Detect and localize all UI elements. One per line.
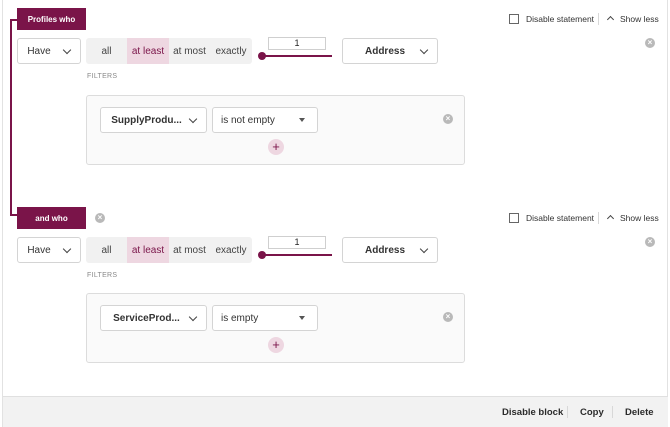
quantifier-at-most[interactable]: at most (169, 38, 210, 64)
filter-operator-label: is empty (221, 312, 259, 324)
chevron-down-icon (188, 114, 198, 123)
have-select[interactable]: Have (17, 38, 81, 64)
quantifier-all[interactable]: all (86, 237, 127, 263)
block-footer: Disable block Copy Delete (3, 396, 668, 427)
caret-down-icon (299, 316, 305, 320)
statement-tag[interactable]: Profiles who (17, 8, 86, 30)
disable-statement-checkbox[interactable] (509, 213, 519, 223)
chevron-down-icon (419, 244, 429, 253)
filter-operator-select[interactable]: is empty (212, 305, 318, 331)
filter-panel: SupplyProdu... is not empty × + (86, 95, 465, 165)
remove-statement-tag-icon[interactable]: × (95, 213, 105, 223)
quantifier-at-least[interactable]: at least (127, 237, 169, 263)
filter-panel: ServiceProd... is empty × + (86, 293, 465, 363)
filter-field-select[interactable]: ServiceProd... (100, 305, 207, 331)
entity-select-label: Address (364, 45, 405, 57)
entity-select[interactable]: Address (342, 237, 438, 263)
have-select-label: Have (27, 45, 51, 57)
quantifier-exactly[interactable]: exactly (210, 237, 252, 263)
add-filter-icon[interactable]: + (268, 139, 284, 155)
chevron-down-icon (419, 45, 429, 54)
filters-label: FILTERS (87, 272, 118, 279)
filter-operator-label: is not empty (221, 114, 275, 126)
have-select[interactable]: Have (17, 237, 81, 263)
add-filter-icon[interactable]: + (268, 337, 284, 353)
count-slider-handle[interactable] (258, 52, 266, 60)
statement-tag[interactable]: and who (17, 207, 86, 229)
divider (567, 406, 568, 418)
entity-select-label: Address (364, 244, 405, 256)
count-input[interactable]: 1 (268, 236, 326, 249)
count-slider-handle[interactable] (258, 251, 266, 259)
disable-statement-label[interactable]: Disable statement (526, 14, 594, 24)
filters-label: FILTERS (87, 73, 118, 80)
disable-block-button[interactable]: Disable block (502, 407, 563, 418)
count-slider-track[interactable] (262, 55, 332, 57)
show-less-link[interactable]: Show less (620, 213, 659, 223)
have-select-label: Have (27, 244, 51, 256)
chevron-down-icon (62, 45, 72, 54)
chevron-down-icon (188, 312, 198, 321)
entity-select[interactable]: Address (342, 38, 438, 64)
count-input[interactable]: 1 (268, 37, 326, 50)
disable-statement-label[interactable]: Disable statement (526, 213, 594, 223)
remove-statement-icon[interactable]: × (645, 38, 655, 48)
count-slider-track[interactable] (262, 254, 332, 256)
quantifier-segmented-control: all at least at most exactly (86, 38, 252, 64)
filter-field-select[interactable]: SupplyProdu... (100, 107, 207, 133)
quantifier-at-least[interactable]: at least (127, 38, 169, 64)
divider (612, 406, 613, 418)
remove-filter-icon[interactable]: × (443, 114, 453, 124)
delete-button[interactable]: Delete (625, 407, 654, 418)
show-less-link[interactable]: Show less (620, 14, 659, 24)
remove-statement-icon[interactable]: × (645, 237, 655, 247)
quantifier-all[interactable]: all (86, 38, 127, 64)
divider (598, 212, 599, 224)
chevron-down-icon (62, 244, 72, 253)
disable-statement-checkbox[interactable] (509, 14, 519, 24)
caret-down-icon (299, 118, 305, 122)
filter-field-label: SupplyProdu... (111, 114, 182, 126)
quantifier-segmented-control: all at least at most exactly (86, 237, 252, 263)
filter-operator-select[interactable]: is not empty (212, 107, 318, 133)
filter-field-label: ServiceProd... (113, 312, 180, 324)
quantifier-exactly[interactable]: exactly (210, 38, 252, 64)
divider (598, 13, 599, 25)
copy-button[interactable]: Copy (580, 407, 604, 418)
quantifier-at-most[interactable]: at most (169, 237, 210, 263)
remove-filter-icon[interactable]: × (443, 312, 453, 322)
